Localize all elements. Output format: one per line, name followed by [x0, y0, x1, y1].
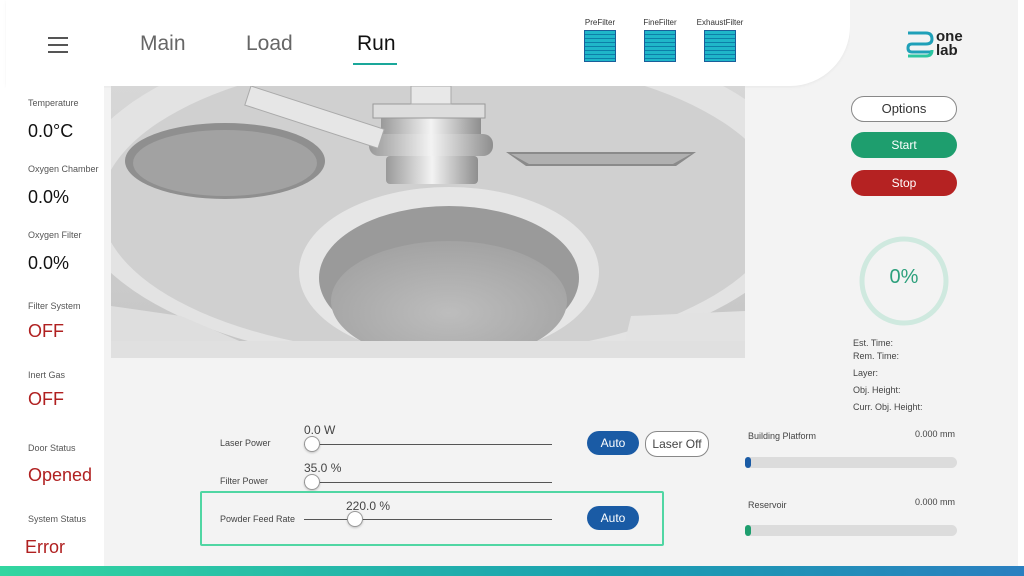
reservoir-label: Reservoir — [748, 500, 787, 510]
progress-percent: 0% — [889, 266, 919, 288]
start-button[interactable]: Start — [851, 132, 957, 158]
powder-feed-rate-slider[interactable] — [304, 519, 552, 520]
stat-oxygen-chamber-label: Oxygen Chamber — [28, 164, 99, 174]
stat-inert-gas-label: Inert Gas — [28, 370, 66, 380]
build-chamber-image — [111, 86, 745, 358]
stat-temperature-value: 0.0°C — [28, 121, 74, 141]
stat-temperature-label: Temperature — [28, 98, 79, 108]
laser-power-slider-knob[interactable] — [304, 436, 321, 452]
filter-exhaustfilter-label: ExhaustFilter — [696, 18, 744, 27]
filter-power-slider-knob[interactable] — [304, 474, 321, 490]
powder-feed-rate-label: Powder Feed Rate — [220, 514, 296, 524]
filter-power-label: Filter Power — [220, 476, 269, 486]
frame-edge-right — [1018, 0, 1024, 576]
powder-feed-rate-slider-knob[interactable] — [346, 511, 363, 527]
logo-line2: lab — [936, 42, 958, 59]
active-tab-indicator — [353, 63, 397, 65]
stat-filter-system-value: OFF — [28, 321, 64, 341]
tab-load[interactable]: Load — [246, 32, 293, 56]
info-obj-height-label: Obj. Height: — [853, 385, 901, 395]
filter-prefilter-icon — [584, 30, 616, 62]
info-curr-obj-height-label: Curr. Obj. Height: — [853, 402, 923, 412]
filter-power-value: 35.0 % — [304, 461, 342, 475]
powder-feed-auto-button[interactable]: Auto — [587, 506, 639, 530]
stat-inert-gas-value: OFF — [28, 389, 64, 409]
tab-main[interactable]: Main — [140, 32, 186, 56]
filter-finefilter-label: FineFilter — [643, 18, 677, 27]
building-platform-value: 0.000 mm — [915, 429, 956, 439]
filter-finefilter-icon — [644, 30, 676, 62]
laser-power-label: Laser Power — [220, 438, 271, 448]
stop-button[interactable]: Stop — [851, 170, 957, 196]
filter-prefilter: PreFilter — [575, 18, 625, 62]
stat-system-status-value: Error — [25, 537, 65, 557]
info-est-time-label: Est. Time: — [853, 338, 894, 348]
options-button[interactable]: Options — [851, 96, 957, 122]
stat-filter-system-label: Filter System — [28, 301, 81, 311]
building-platform-bar-fill — [745, 457, 751, 468]
menu-icon[interactable] — [48, 37, 68, 53]
stat-oxygen-filter-label: Oxygen Filter — [28, 230, 82, 240]
filter-power-slider[interactable] — [304, 482, 552, 483]
building-platform-label: Building Platform — [748, 431, 817, 441]
reservoir-bar — [745, 525, 957, 536]
tab-run[interactable]: Run — [357, 32, 396, 56]
bottom-accent-stripe — [0, 566, 1024, 576]
reservoir-bar-fill — [745, 525, 751, 536]
laser-power-slider[interactable] — [304, 444, 552, 445]
building-platform-bar — [745, 457, 957, 468]
filter-exhaustfilter: ExhaustFilter — [695, 18, 745, 62]
info-rem-time-label: Rem. Time: — [853, 351, 900, 361]
info-layer-label: Layer: — [853, 368, 879, 378]
logo-text: one lab — [936, 29, 963, 59]
stat-oxygen-filter-value: 0.0% — [28, 253, 70, 273]
laser-power-value: 0.0 W — [304, 423, 336, 437]
stat-oxygen-chamber-value: 0.0% — [28, 187, 70, 207]
laser-power-auto-button[interactable]: Auto — [587, 431, 639, 455]
stat-system-status-label: System Status — [28, 514, 87, 524]
filter-exhaustfilter-icon — [704, 30, 736, 62]
stat-door-status-label: Door Status — [28, 443, 76, 453]
filter-finefilter: FineFilter — [635, 18, 685, 62]
filter-prefilter-label: PreFilter — [584, 18, 616, 27]
stat-door-status-value: Opened — [28, 465, 93, 485]
laser-off-button[interactable]: Laser Off — [645, 431, 709, 457]
reservoir-value: 0.000 mm — [915, 497, 956, 507]
